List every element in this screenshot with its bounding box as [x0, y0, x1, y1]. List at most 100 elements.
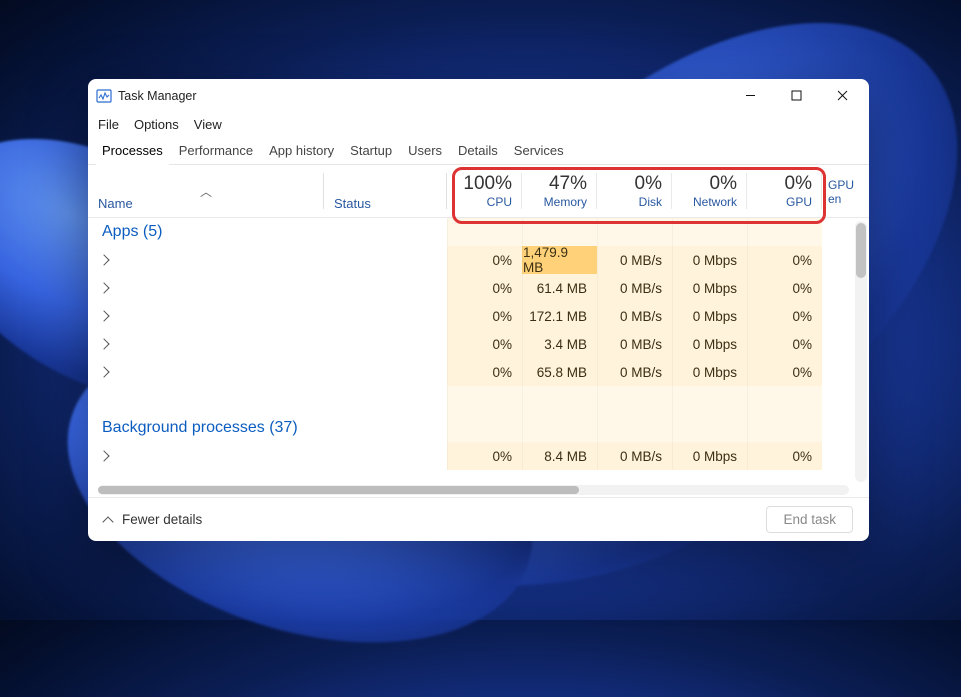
process-row[interactable]: 0% 65.8 MB 0 MB/s 0 Mbps 0% [88, 358, 869, 386]
metric-cell [747, 218, 822, 246]
chevron-right-icon [98, 310, 109, 321]
status-cell [324, 442, 447, 470]
metric-cell: 0 Mbps [672, 246, 747, 274]
metric-cell [447, 218, 522, 246]
metric-cell: 0 MB/s [597, 302, 672, 330]
column-status[interactable]: Status [324, 165, 447, 217]
metric-cell: 0% [747, 302, 822, 330]
process-group-header[interactable]: Apps (5) [88, 218, 869, 246]
metric-cell: 0 MB/s [597, 246, 672, 274]
metric-cell [672, 218, 747, 246]
process-name [88, 302, 324, 330]
process-name [88, 442, 324, 470]
process-row[interactable]: 0% 172.1 MB 0 MB/s 0 Mbps 0% [88, 302, 869, 330]
gpu-usage-value: 0% [785, 174, 812, 193]
fewer-details-link[interactable]: Fewer details [122, 512, 202, 527]
metric-cell [597, 218, 672, 246]
metric-cell: 0 Mbps [672, 330, 747, 358]
disk-usage-value: 0% [635, 174, 662, 193]
task-manager-window: Task Manager File Options View Processes… [88, 79, 869, 541]
status-cell [324, 246, 447, 274]
process-row[interactable]: 0% 1,479.9 MB 0 MB/s 0 Mbps 0% [88, 246, 869, 274]
end-task-button[interactable]: End task [766, 506, 853, 533]
metric-cell: 61.4 MB [522, 274, 597, 302]
process-list: Apps (5) 0% 1,479.9 MB 0 MB/s 0 Mbps 0% … [88, 218, 869, 485]
status-cell [324, 218, 447, 246]
metric-cell: 0% [447, 358, 522, 386]
status-cell [324, 274, 447, 302]
minimize-button[interactable] [727, 79, 773, 112]
tab-details[interactable]: Details [450, 139, 506, 164]
menu-options[interactable]: Options [134, 117, 179, 132]
vertical-scroll-thumb[interactable] [856, 223, 866, 278]
memory-label: Memory [544, 195, 587, 209]
metric-cell: 0 MB/s [597, 442, 672, 470]
gpu-engine-label: GPU en [828, 178, 857, 206]
chevron-up-icon [102, 516, 113, 527]
metric-cell: 0 Mbps [672, 442, 747, 470]
chevron-right-icon [98, 450, 109, 461]
tab-processes[interactable]: Processes [94, 139, 171, 164]
metric-cell: 0% [747, 246, 822, 274]
status-cell [324, 414, 447, 442]
status-cell [324, 302, 447, 330]
chevron-right-icon [98, 282, 109, 293]
metric-cell: 0% [447, 246, 522, 274]
metric-cell: 3.4 MB [522, 330, 597, 358]
metric-cell: 0% [747, 442, 822, 470]
tab-services[interactable]: Services [506, 139, 572, 164]
column-gpu[interactable]: 0% GPU [747, 165, 822, 217]
menu-view[interactable]: View [194, 117, 222, 132]
menu-file[interactable]: File [98, 117, 119, 132]
content-area: ︿ Name Status 100% CPU 47% Memory 0% Dis… [88, 165, 869, 497]
metric-cell [447, 414, 522, 442]
horizontal-scroll-thumb[interactable] [98, 486, 579, 494]
process-group-header[interactable]: Background processes (37) [88, 414, 869, 442]
footer-bar: Fewer details End task [88, 497, 869, 541]
window-title: Task Manager [118, 89, 197, 103]
close-button[interactable] [819, 79, 865, 112]
process-name [88, 246, 324, 274]
column-network[interactable]: 0% Network [672, 165, 747, 217]
metric-cell [747, 414, 822, 442]
memory-usage-value: 47% [549, 174, 587, 193]
process-row[interactable]: 0% 3.4 MB 0 MB/s 0 Mbps 0% [88, 330, 869, 358]
metric-cell [447, 386, 522, 414]
column-memory[interactable]: 47% Memory [522, 165, 597, 217]
network-label: Network [693, 195, 737, 209]
maximize-button[interactable] [773, 79, 819, 112]
process-name [88, 358, 324, 386]
metric-cell [522, 218, 597, 246]
metric-cell [672, 414, 747, 442]
chevron-right-icon [98, 254, 109, 265]
metric-cell: 0 Mbps [672, 302, 747, 330]
process-row[interactable]: 0% 61.4 MB 0 MB/s 0 Mbps 0% [88, 274, 869, 302]
chevron-right-icon [98, 338, 109, 349]
network-usage-value: 0% [710, 174, 737, 193]
horizontal-scrollbar[interactable] [98, 485, 849, 495]
metric-cell: 0% [447, 442, 522, 470]
chevron-right-icon [98, 366, 109, 377]
metric-cell: 0 Mbps [672, 358, 747, 386]
gpu-label: GPU [786, 195, 812, 209]
metric-cell: 0% [447, 274, 522, 302]
metric-cell [672, 386, 747, 414]
process-row[interactable]: 0% 8.4 MB 0 MB/s 0 Mbps 0% [88, 442, 869, 470]
title-bar[interactable]: Task Manager [88, 79, 869, 112]
vertical-scrollbar[interactable] [855, 221, 867, 482]
column-name[interactable]: ︿ Name [88, 165, 324, 217]
column-disk[interactable]: 0% Disk [597, 165, 672, 217]
tab-app-history[interactable]: App history [261, 139, 342, 164]
metric-cell: 0 Mbps [672, 274, 747, 302]
disk-label: Disk [639, 195, 662, 209]
spacer-row [88, 386, 869, 414]
metric-cell: 8.4 MB [522, 442, 597, 470]
metric-cell [522, 386, 597, 414]
tab-performance[interactable]: Performance [171, 139, 261, 164]
tab-users[interactable]: Users [400, 139, 450, 164]
column-cpu[interactable]: 100% CPU [447, 165, 522, 217]
tab-startup[interactable]: Startup [342, 139, 400, 164]
process-name [88, 330, 324, 358]
column-gpu-engine[interactable]: GPU en [822, 165, 867, 217]
metric-cell: 1,479.9 MB [522, 246, 597, 274]
